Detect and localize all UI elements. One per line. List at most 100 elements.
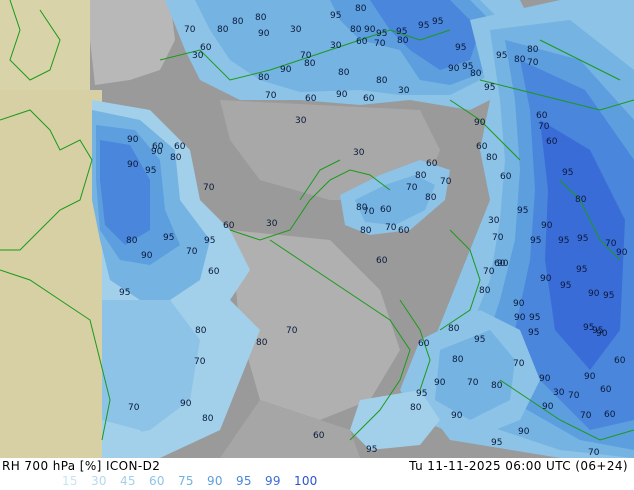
contour-label: 80 <box>217 25 229 35</box>
contour-label: 80 <box>338 68 350 78</box>
contour-label: 60 <box>223 221 235 231</box>
contour-label: 60 <box>614 356 626 366</box>
contour-label: 70 <box>184 25 196 35</box>
contour-label: 70 <box>374 39 386 49</box>
contour-label: 80 <box>415 171 427 181</box>
contour-label: 90 <box>596 329 608 339</box>
contour-label: 80 <box>491 381 503 391</box>
contour-label: 90 <box>127 135 139 145</box>
contour-label: 95 <box>163 233 174 243</box>
contour-label: 90 <box>258 29 270 39</box>
legend-item: 99 <box>265 474 281 488</box>
contour-label: 90 <box>127 160 139 170</box>
contour-label: 95 <box>204 236 215 246</box>
contour-label: 70 <box>440 177 452 187</box>
contour-label: 95 <box>577 234 588 244</box>
contour-label: 30 <box>295 116 307 126</box>
contour-label: 95 <box>558 236 569 246</box>
contour-label: 80 <box>126 236 138 246</box>
contour-label: 60 <box>398 226 410 236</box>
contour-label: 80 <box>256 338 268 348</box>
contour-label: 60 <box>500 172 512 182</box>
region-land-west <box>0 90 102 458</box>
contour-label: 70 <box>513 359 525 369</box>
contour-label: 95 <box>418 21 429 31</box>
contour-label: 70 <box>286 326 298 336</box>
contour-label: 70 <box>492 233 504 243</box>
contour-label: 60 <box>356 37 368 47</box>
contour-label: 80 <box>486 153 498 163</box>
contour-label: 30 <box>488 216 500 226</box>
contour-label: 95 <box>491 438 502 448</box>
contour-label: 60 <box>418 339 430 349</box>
legend-item: 60 <box>149 474 165 488</box>
contour-label: 80 <box>479 286 491 296</box>
contour-label: 95 <box>583 323 594 333</box>
contour-label: 90 <box>542 402 554 412</box>
contour-label: 60 <box>380 205 392 215</box>
contour-label: 80 <box>350 25 362 35</box>
contour-label: 60 <box>604 410 616 420</box>
contour-label: 95 <box>517 206 528 216</box>
contour-label: 95 <box>474 335 485 345</box>
contour-label: 70 <box>580 411 592 421</box>
contour-label: 30 <box>330 41 342 51</box>
contour-label: 90 <box>518 427 530 437</box>
contour-label: 95 <box>119 288 130 298</box>
legend-item: 15 <box>62 474 78 488</box>
contour-label: 80 <box>397 36 409 46</box>
contour-label: 70 <box>406 183 418 193</box>
contour-label: 60 <box>494 259 506 269</box>
contour-label: 90 <box>180 399 192 409</box>
contour-label: 70 <box>527 58 539 68</box>
contour-label: 90 <box>434 378 446 388</box>
contour-label: 80 <box>376 76 388 86</box>
contour-label: 70 <box>363 207 375 217</box>
contour-label: 90 <box>513 299 525 309</box>
contour-label: 80 <box>360 226 372 236</box>
contour-label: 95 <box>366 445 377 455</box>
contour-label: 30 <box>192 51 204 61</box>
legend-item: 95 <box>236 474 252 488</box>
contour-label: 95 <box>603 291 614 301</box>
contour-label: 70 <box>265 91 277 101</box>
contour-label: 60 <box>476 142 488 152</box>
contour-label: 30 <box>353 148 365 158</box>
contour-label: 70 <box>203 183 215 193</box>
contour-label: 95 <box>455 43 466 53</box>
legend-item: 90 <box>207 474 223 488</box>
contour-label: 80 <box>448 324 460 334</box>
contour-label: 60 <box>313 431 325 441</box>
contour-label: 60 <box>152 142 164 152</box>
contour-label: 60 <box>426 159 438 169</box>
contour-label: 80 <box>355 4 367 14</box>
contour-label: 80 <box>232 17 244 27</box>
contour-label: 80 <box>470 69 482 79</box>
contour-label: 95 <box>432 17 443 27</box>
contour-label: 90 <box>540 274 552 284</box>
contour-label: 95 <box>484 83 495 93</box>
contour-label: 90 <box>474 118 486 128</box>
contour-label: 30 <box>266 219 278 229</box>
contour-label: 70 <box>568 391 580 401</box>
contour-label: 60 <box>600 385 612 395</box>
contour-label: 95 <box>330 11 341 21</box>
contour-label: 90 <box>514 313 526 323</box>
contour-label: 60 <box>174 142 186 152</box>
contour-label: 80 <box>170 153 182 163</box>
map-title: RH 700 hPa [%] ICON-D2 <box>2 459 161 473</box>
footer-bar: RH 700 hPa [%] ICON-D2 Tu 11-11-2025 06:… <box>0 458 634 490</box>
legend-item: 30 <box>91 474 107 488</box>
contour-label: 90 <box>141 251 153 261</box>
contour-label: 60 <box>305 94 317 104</box>
contour-label: 90 <box>584 372 596 382</box>
region-land-nw <box>0 0 90 90</box>
contour-label: 95 <box>529 313 540 323</box>
contour-label: 70 <box>538 122 550 132</box>
contour-label: 80 <box>258 73 270 83</box>
contour-label: 60 <box>376 256 388 266</box>
legend-item: 45 <box>120 474 136 488</box>
contour-label: 70 <box>605 239 617 249</box>
contour-label: 70 <box>483 267 495 277</box>
map-view: 80 95 80 80 70 60 30 80 90 95 95 95 95 8… <box>0 0 634 458</box>
